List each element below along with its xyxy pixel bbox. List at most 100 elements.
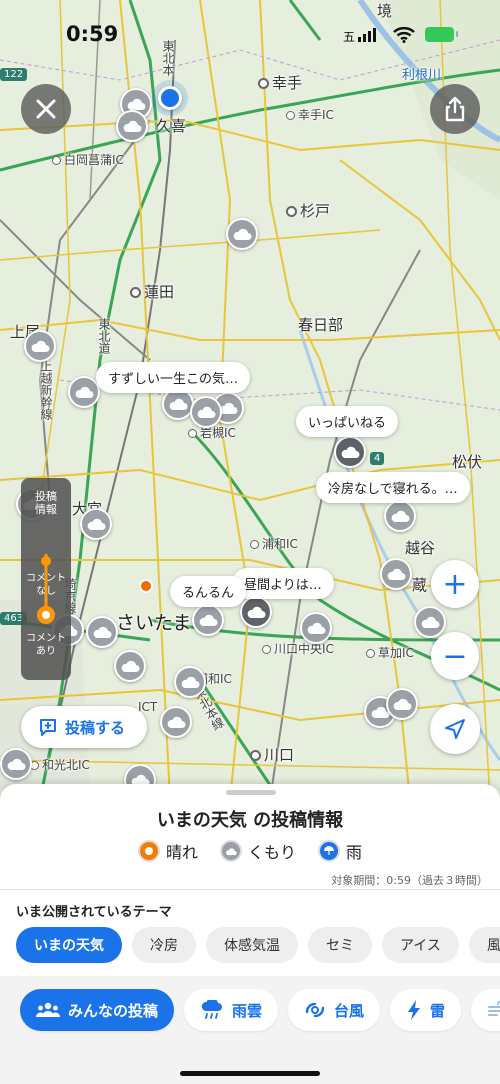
sheet-drag-handle[interactable] xyxy=(226,790,276,795)
post-button[interactable]: 投稿する xyxy=(21,706,147,748)
cloud-icon xyxy=(233,228,252,240)
comment-bubble[interactable]: いっぱいねる xyxy=(296,406,399,437)
legend-label: 晴れ xyxy=(165,843,198,862)
post-button-label: 投稿する xyxy=(65,718,126,737)
place-label: 幸手IC xyxy=(286,106,334,123)
divider xyxy=(0,889,500,890)
sunny-post-marker[interactable] xyxy=(139,579,153,593)
cloudy-post-marker[interactable] xyxy=(334,436,366,468)
layer-label: 台風 xyxy=(334,1001,365,1020)
highway-label: 東北道 xyxy=(97,318,111,354)
layer-label: みんなの投稿 xyxy=(68,1001,159,1020)
filter-with-comment[interactable]: コメント あり xyxy=(21,632,71,658)
close-button[interactable] xyxy=(21,84,71,134)
place-label: 松伏 xyxy=(452,453,483,471)
comment-bubble[interactable]: 冷房なしで寝れる。… xyxy=(316,472,470,503)
cloudy-post-marker[interactable] xyxy=(190,396,222,428)
cloud-icon xyxy=(393,698,412,710)
comment-bubble[interactable]: るんるん xyxy=(170,576,247,607)
status-time: 0:59 xyxy=(66,22,119,46)
filter-no-comment[interactable]: コメント なし xyxy=(21,572,71,598)
cloudy-post-marker[interactable] xyxy=(226,218,258,250)
cloudy-post-marker[interactable] xyxy=(174,666,206,698)
cloud-icon xyxy=(181,676,200,688)
comment-bubble[interactable]: すずしい一生この気… xyxy=(96,362,251,393)
cloudy-post-marker[interactable] xyxy=(160,706,192,738)
sun-icon xyxy=(137,840,160,862)
my-location-button[interactable] xyxy=(430,704,480,754)
rain-cloud-icon xyxy=(201,1000,223,1019)
cloudy-post-marker[interactable] xyxy=(192,604,224,636)
cloudy-post-marker[interactable] xyxy=(0,748,32,780)
place-label: 蔵 xyxy=(412,576,428,594)
bottom-sheet[interactable]: いまの天気 の投稿情報 晴れ くもり 雨 対象期間：0:59（過去３時間） いま… xyxy=(0,784,500,1084)
cloudy-post-marker[interactable] xyxy=(86,616,118,648)
place-label: 浦和IC xyxy=(250,535,298,552)
cloudy-post-marker[interactable] xyxy=(24,330,56,362)
route-shield: 4 xyxy=(370,452,385,465)
weather-map[interactable]: 幸手 幸手IC 久喜 白岡菖蒲IC 杉戸 蓮田 上尾 春日部 岩槻IC 松伏 大… xyxy=(0,0,500,800)
layer-bar: みんなの投稿 雨雲 台風 雷 xyxy=(0,976,500,1084)
signal-icon xyxy=(358,28,376,42)
home-indicator xyxy=(180,1071,320,1076)
zoom-out-button[interactable]: − xyxy=(431,632,479,680)
layer-everyone-posts-button[interactable]: みんなの投稿 xyxy=(20,989,175,1031)
rail-label: 上越新幹線 xyxy=(39,360,53,420)
place-label: 越谷 xyxy=(405,539,436,557)
themes-heading: いま公開されているテーマ xyxy=(16,905,172,920)
legend-item-cloudy: くもり xyxy=(219,839,296,863)
comment-bubble[interactable]: 昼間よりは… xyxy=(232,568,334,599)
layer-lightning-button[interactable]: 雷 xyxy=(390,989,462,1031)
lightning-icon xyxy=(408,1000,421,1020)
layer-typhoon-button[interactable]: 台風 xyxy=(288,989,381,1031)
place-label: 杉戸 xyxy=(286,200,330,221)
river-label: 利根川 xyxy=(402,68,442,83)
cloudy-post-marker[interactable] xyxy=(116,110,148,142)
zoom-in-button[interactable]: + xyxy=(431,560,479,608)
cloud-icon xyxy=(391,510,410,522)
theme-chip-current-weather[interactable]: いまの天気 xyxy=(16,927,122,963)
cloud-icon xyxy=(197,406,216,418)
cloud-icon xyxy=(7,758,26,770)
navigation-arrow-icon xyxy=(445,719,465,739)
place-label: 境 xyxy=(377,2,393,20)
umbrella-icon xyxy=(318,840,340,862)
cloudy-post-marker[interactable] xyxy=(380,558,412,590)
target-period: 対象期間：0:59（過去３時間） xyxy=(331,874,488,887)
place-label: 久喜 xyxy=(156,117,187,135)
cloudy-post-marker[interactable] xyxy=(384,500,416,532)
layer-rain-cloud-button[interactable]: 雨雲 xyxy=(184,989,279,1031)
cloud-icon xyxy=(121,660,140,672)
layer-wind-button[interactable] xyxy=(471,989,500,1031)
share-button[interactable] xyxy=(430,84,480,134)
cloudy-post-marker[interactable] xyxy=(240,596,272,628)
theme-chip-wind[interactable]: 風 xyxy=(468,927,500,963)
layer-label: 雨雲 xyxy=(232,1001,263,1020)
place-label: 幸手 xyxy=(258,72,302,93)
share-icon xyxy=(445,96,465,122)
cloud-icon xyxy=(87,518,106,530)
theme-chip-feels-like[interactable]: 体感気温 xyxy=(206,927,298,963)
cloudy-post-marker[interactable] xyxy=(414,606,446,638)
carrier-label: 五 xyxy=(343,30,356,44)
cloudy-post-marker[interactable] xyxy=(68,376,100,408)
cloud-icon xyxy=(127,98,146,110)
battery-icon xyxy=(425,27,458,42)
legend-label: 雨 xyxy=(346,843,363,862)
layer-label: 雷 xyxy=(430,1001,446,1020)
cloud-icon xyxy=(219,840,242,862)
cloud-icon xyxy=(341,446,360,458)
cloud-icon xyxy=(421,616,440,628)
cloudy-post-marker[interactable] xyxy=(300,612,332,644)
sheet-title: いまの天気 の投稿情報 xyxy=(156,810,344,831)
theme-chip-ice-cream[interactable]: アイス xyxy=(382,927,459,963)
cloudy-post-marker[interactable] xyxy=(80,508,112,540)
theme-chip-cicada[interactable]: セミ xyxy=(308,927,372,963)
cloud-icon xyxy=(307,622,326,634)
theme-chip-cooling[interactable]: 冷房 xyxy=(132,927,196,963)
cloudy-post-marker[interactable] xyxy=(114,650,146,682)
post-filter-panel[interactable]: 投稿 情報 コメント なし コメント あり xyxy=(21,478,71,680)
cloud-icon xyxy=(167,716,186,728)
cloudy-post-marker[interactable] xyxy=(386,688,418,720)
filter-title: 投稿 情報 xyxy=(35,490,57,516)
